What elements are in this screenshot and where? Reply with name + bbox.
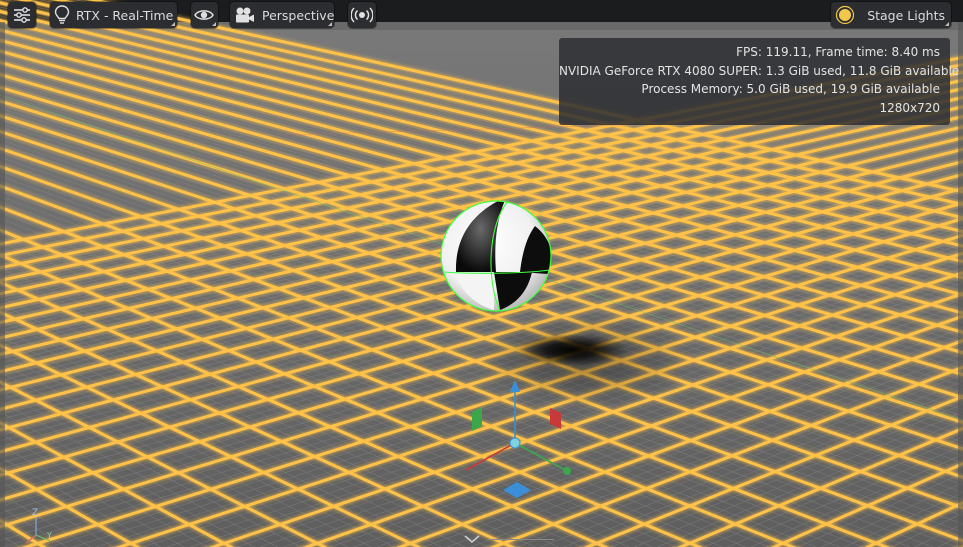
chevron-down-icon[interactable] xyxy=(463,533,481,545)
sensors-button[interactable] xyxy=(348,2,376,28)
stage-lights-label: Stage Lights xyxy=(867,7,945,23)
renderer-button[interactable]: RTX - Real-Time xyxy=(50,2,177,28)
stage-lights-button[interactable]: Stage Lights xyxy=(831,2,951,28)
panel-drag-handle[interactable] xyxy=(490,539,554,540)
sun-icon xyxy=(835,4,855,26)
viewport-settings-button[interactable] xyxy=(8,2,36,28)
resolution-text: 1280x720 xyxy=(879,101,940,116)
sphere-shadow xyxy=(516,334,628,366)
fps-text: FPS: 119.11, Frame time: 8.40 ms xyxy=(736,45,940,59)
axis-y-label: Y xyxy=(46,531,52,540)
camera-button[interactable]: Perspective xyxy=(230,2,334,28)
camera-icon xyxy=(234,4,256,26)
viewport[interactable]: RTX - Real-Time Perspective Stage Lights… xyxy=(0,0,963,547)
visibility-button[interactable] xyxy=(191,2,218,28)
gpu-memory-text: NVIDIA GeForce RTX 4080 SUPER: 1.3 GiB u… xyxy=(559,63,960,78)
camera-label: Perspective xyxy=(262,7,335,23)
stats-overlay: FPS: 119.11, Frame time: 8.40 ms NVIDIA … xyxy=(559,38,960,125)
lightbulb-icon xyxy=(54,4,70,26)
renderer-label: RTX - Real-Time xyxy=(76,7,174,23)
broadcast-icon xyxy=(351,4,373,26)
axis-indicator: Z Y xyxy=(25,508,52,544)
axis-z-label: Z xyxy=(32,508,38,518)
sliders-icon xyxy=(11,4,33,26)
process-memory-text: Process Memory: 5.0 GiB used, 19.9 GiB a… xyxy=(641,82,940,97)
